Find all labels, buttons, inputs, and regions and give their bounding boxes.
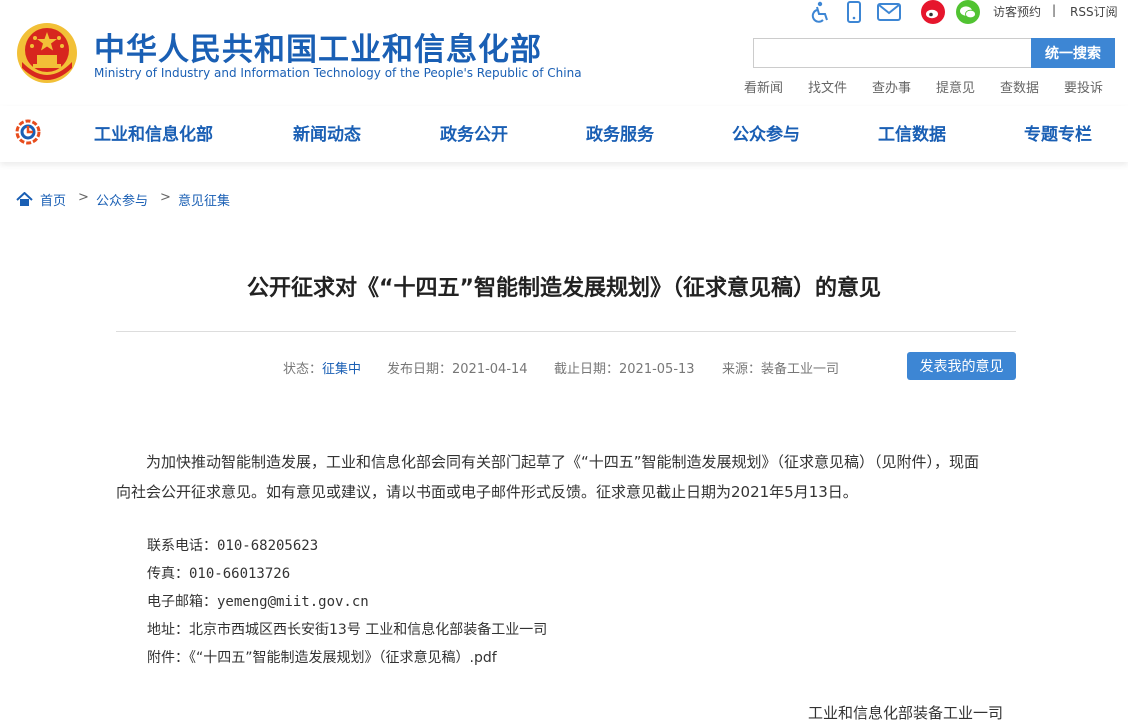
status-meta: 状态：征集中 [283,358,361,377]
deadline-meta: 截止日期：2021-05-13 [554,358,695,377]
search-input[interactable] [753,38,1031,68]
source-meta: 来源：装备工业一司 [722,358,839,377]
nav-item-ministry[interactable]: 工业和信息化部 [94,120,213,145]
contact-value[interactable]: yemeng@miit.gov.cn [217,594,369,610]
national-emblem-logo [17,23,77,83]
publish-date-meta: 发布日期：2021-04-14 [387,358,528,377]
article-body: 为加快推动智能制造发展，工业和信息化部会同有关部门起草了《“十四五”智能制造发展… [116,447,982,507]
site-title[interactable]: 中华人民共和国工业和信息化部 [94,24,542,69]
contact-label: 地址： [147,622,189,638]
contact-phone: 联系电话：010-68205623 [147,535,318,555]
accessibility-icon[interactable] [807,0,833,24]
breadcrumb-separator: > [78,190,89,205]
visitor-appointment-link[interactable]: 访客预约 [993,3,1041,20]
breadcrumb-separator: > [160,190,171,205]
quick-link-data[interactable]: 查数据 [1000,77,1039,96]
signature: 工业和信息化部装备工业一司 [808,704,1004,722]
home-icon[interactable] [16,192,33,207]
submit-opinion-button[interactable]: 发表我的意见 [907,352,1016,380]
quick-link-news[interactable]: 看新闻 [744,77,783,96]
attachment-link[interactable]: 《“十四五”智能制造发展规划》（征求意见稿）.pdf [189,650,497,666]
contact-value: 010-68205623 [217,538,319,554]
attachment-label: 附件： [147,650,189,666]
breadcrumb-public-participation[interactable]: 公众参与 [96,190,148,209]
nav-item-public-participation[interactable]: 公众参与 [732,120,800,145]
article-title: 公开征求对《“十四五”智能制造发展规划》（征求意见稿）的意见 [247,276,881,301]
title-divider [116,331,1016,332]
deadline-label: 截止日期： [554,362,620,377]
quick-link-files[interactable]: 找文件 [808,77,847,96]
wechat-icon[interactable] [955,0,981,24]
weibo-icon[interactable] [920,0,946,24]
mail-icon[interactable] [876,0,902,24]
nav-item-special-topics[interactable]: 专题专栏 [1024,120,1092,145]
quick-link-complaints[interactable]: 要投诉 [1064,77,1103,96]
contact-label: 联系电话： [147,538,217,554]
contact-value: 010-66013726 [189,566,291,582]
contact-email: 电子邮箱：yemeng@miit.gov.cn [147,591,369,611]
deadline-value: 2021-05-13 [619,362,695,377]
contact-value: 北京市西城区西长安街13号 工业和信息化部装备工业一司 [189,622,548,638]
top-link-separator: | [1052,3,1057,17]
nav-item-data[interactable]: 工信数据 [878,120,946,145]
mobile-icon[interactable] [841,0,867,24]
contact-label: 传真： [147,566,189,582]
attachment: 附件：《“十四五”智能制造发展规划》（征求意见稿）.pdf [147,647,497,667]
status-label: 状态： [283,362,323,377]
quick-link-suggestions[interactable]: 提意见 [936,77,975,96]
site-title-english: Ministry of Industry and Information Tec… [94,66,582,80]
ministry-logo-icon[interactable] [14,119,42,145]
quick-link-services[interactable]: 查办事 [872,77,911,96]
nav-item-government-affairs[interactable]: 政务公开 [440,120,508,145]
nav-item-government-services[interactable]: 政务服务 [586,120,654,145]
publish-date-value: 2021-04-14 [452,362,528,377]
rss-link[interactable]: RSS订阅 [1070,3,1118,20]
breadcrumb-opinion-collection[interactable]: 意见征集 [178,190,230,209]
contact-label: 电子邮箱： [147,594,217,610]
breadcrumb-home[interactable]: 首页 [40,190,66,209]
source-value: 装备工业一司 [761,362,840,377]
publish-date-label: 发布日期： [387,362,453,377]
contact-address: 地址：北京市西城区西长安街13号 工业和信息化部装备工业一司 [147,619,547,639]
unified-search-button[interactable]: 统一搜索 [1031,38,1115,68]
source-label: 来源： [722,362,762,377]
nav-item-news[interactable]: 新闻动态 [293,120,361,145]
contact-fax: 传真：010-66013726 [147,563,290,583]
article-paragraph: 为加快推动智能制造发展，工业和信息化部会同有关部门起草了《“十四五”智能制造发展… [116,453,980,501]
status-badge: 征集中 [322,362,362,377]
